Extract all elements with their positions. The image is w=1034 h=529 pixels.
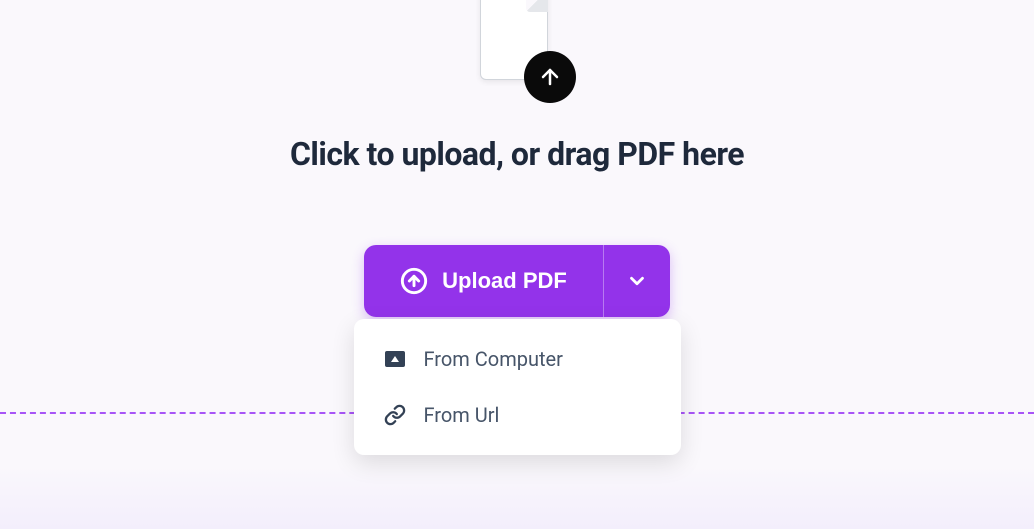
upload-arrow-circle — [524, 51, 576, 103]
dropdown-item-from-url[interactable]: From Url — [354, 387, 681, 443]
dropdown-item-from-computer[interactable]: From Computer — [354, 331, 681, 387]
chevron-down-icon — [626, 270, 648, 292]
link-icon — [384, 404, 406, 426]
upload-heading: Click to upload, or drag PDF here — [290, 135, 744, 173]
upload-source-dropdown: From Computer From Url — [354, 319, 681, 455]
arrow-up-icon — [538, 65, 562, 89]
file-upload-illustration — [472, 0, 562, 95]
upload-dropdown-toggle[interactable] — [603, 245, 670, 317]
upload-pdf-button[interactable]: Upload PDF — [364, 245, 603, 317]
upload-area[interactable]: Click to upload, or drag PDF here Upload… — [0, 0, 1034, 455]
dropdown-item-label: From Url — [424, 403, 500, 427]
upload-button-group: Upload PDF — [364, 245, 670, 317]
upload-circle-icon — [400, 267, 428, 295]
computer-upload-icon — [384, 348, 406, 370]
upload-button-label: Upload PDF — [442, 268, 567, 294]
dropdown-item-label: From Computer — [424, 347, 563, 371]
